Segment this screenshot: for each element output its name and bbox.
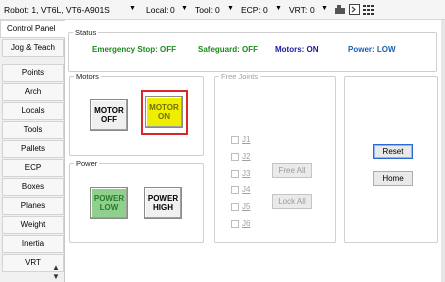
vrt-value[interactable]: 0 bbox=[310, 5, 315, 15]
sidebar-item-locals[interactable]: Locals bbox=[2, 102, 64, 120]
joint-4-checkbox[interactable] bbox=[231, 186, 239, 194]
joint-6-checkbox[interactable] bbox=[231, 220, 239, 228]
vertical-scrollbar[interactable] bbox=[441, 20, 445, 282]
joint-6-label: J6 bbox=[242, 219, 251, 228]
home-button[interactable]: Home bbox=[373, 171, 413, 186]
robot-icon[interactable] bbox=[334, 4, 346, 15]
robot-label[interactable]: Robot: 1, VT6L, VT6-A901S bbox=[4, 5, 110, 15]
lock-all-button[interactable]: Lock All bbox=[272, 194, 312, 209]
joint-5-checkbox[interactable] bbox=[231, 203, 239, 211]
sidebar-item-jog-teach[interactable]: Jog & Teach bbox=[2, 39, 64, 57]
sidebar-item-control-panel[interactable]: Control Panel bbox=[0, 20, 65, 38]
sidebar-item-planes[interactable]: Planes bbox=[2, 197, 64, 215]
power-high-line2: HIGH bbox=[152, 203, 173, 212]
motor-off-line1: MOTOR bbox=[94, 106, 124, 115]
local-dropdown-icon[interactable]: ▼ bbox=[181, 5, 188, 12]
sidebar: Control Panel Jog & Teach Points Arch Lo… bbox=[0, 20, 65, 282]
vrt-dropdown-icon[interactable]: ▼ bbox=[321, 5, 328, 12]
power-status: Power: LOW bbox=[348, 45, 396, 54]
ecp-dropdown-icon[interactable]: ▼ bbox=[275, 5, 282, 12]
sidebar-item-inertia[interactable]: Inertia bbox=[2, 235, 64, 253]
joint-2-label: J2 bbox=[242, 152, 251, 161]
robot-dropdown-icon[interactable]: ▼ bbox=[129, 5, 136, 12]
sidebar-item-ecp[interactable]: ECP bbox=[2, 159, 64, 177]
sidebar-item-arch[interactable]: Arch bbox=[2, 83, 64, 101]
motors-status: Motors: ON bbox=[275, 45, 319, 54]
power-low-line1: POWER bbox=[93, 194, 125, 203]
motors-title: Motors bbox=[74, 72, 101, 81]
joint-4-label: J4 bbox=[242, 185, 251, 194]
io-monitor-icon[interactable] bbox=[363, 4, 374, 15]
tool-label: Tool: bbox=[195, 5, 213, 15]
power-high-line1: POWER bbox=[147, 194, 179, 203]
joint-1-checkbox[interactable] bbox=[231, 136, 239, 144]
local-label: Local: bbox=[146, 5, 169, 15]
joint-1-label: J1 bbox=[242, 135, 251, 144]
joint-3-label: J3 bbox=[242, 169, 251, 178]
status-title: Status bbox=[73, 28, 99, 37]
joint-2-checkbox[interactable] bbox=[231, 153, 239, 161]
joint-3-checkbox[interactable] bbox=[231, 170, 239, 178]
motor-off-button[interactable]: MOTOR OFF bbox=[90, 99, 128, 131]
command-window-icon[interactable] bbox=[349, 4, 360, 15]
control-panel-content: Status Emergency Stop: OFF Safeguard: OF… bbox=[65, 20, 441, 282]
tool-value[interactable]: 0 bbox=[215, 5, 220, 15]
ecp-value[interactable]: 0 bbox=[263, 5, 268, 15]
free-all-button[interactable]: Free All bbox=[272, 163, 312, 178]
sidebar-item-tools[interactable]: Tools bbox=[2, 121, 64, 139]
emergency-stop-status: Emergency Stop: OFF bbox=[92, 45, 177, 54]
joint-5-label: J5 bbox=[242, 202, 251, 211]
tool-dropdown-icon[interactable]: ▼ bbox=[227, 5, 234, 12]
power-low-button[interactable]: POWER LOW bbox=[90, 187, 128, 219]
vrt-label: VRT: bbox=[289, 5, 308, 15]
motor-off-line2: OFF bbox=[100, 115, 117, 124]
local-value[interactable]: 0 bbox=[170, 5, 175, 15]
motor-on-highlight bbox=[141, 90, 188, 135]
sidebar-item-weight[interactable]: Weight bbox=[2, 216, 64, 234]
sidebar-item-boxes[interactable]: Boxes bbox=[2, 178, 64, 196]
safeguard-status: Safeguard: OFF bbox=[198, 45, 259, 54]
reset-button[interactable]: Reset bbox=[373, 144, 413, 159]
scroll-down-icon[interactable]: ▼ bbox=[50, 272, 62, 282]
actions-group bbox=[344, 76, 438, 243]
sidebar-item-pallets[interactable]: Pallets bbox=[2, 140, 64, 158]
sidebar-item-points[interactable]: Points bbox=[2, 64, 64, 82]
power-high-button[interactable]: POWER HIGH bbox=[144, 187, 182, 219]
ecp-label: ECP: bbox=[241, 5, 261, 15]
power-title: Power bbox=[74, 159, 100, 168]
toolbar: Robot: 1, VT6L, VT6-A901S ▼ Local: 0 ▼ T… bbox=[0, 0, 445, 20]
free-joints-title: Free Joints bbox=[219, 72, 261, 81]
power-low-line2: LOW bbox=[99, 203, 119, 212]
